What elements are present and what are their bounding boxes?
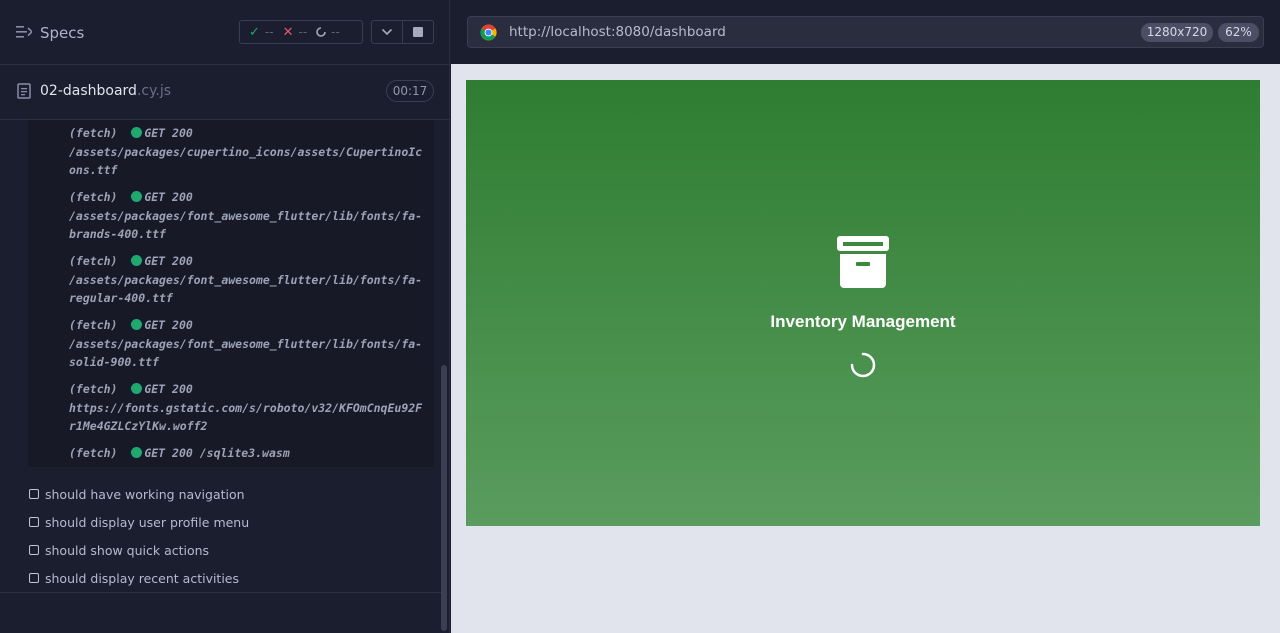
log-status: GET 200 — [144, 382, 193, 396]
pending-count: -- — [331, 25, 340, 39]
log-tag: (fetch) — [69, 318, 118, 332]
log-path: /assets/packages/font_awesome_flutter/li… — [69, 336, 423, 370]
log-entry[interactable]: (fetch) GET 200 /assets/packages/font_aw… — [69, 316, 429, 372]
spec-file-basename: 02-dashboard — [40, 83, 137, 99]
log-status: GET 200 — [144, 254, 193, 268]
spec-file-name[interactable]: 02-dashboard.cy.js — [40, 83, 171, 99]
archive-box-icon — [837, 236, 889, 288]
runner-header: Specs ✓ -- ✕ -- -- — [0, 0, 450, 65]
status-dot-icon — [131, 191, 143, 202]
log-path: /assets/packages/font_awesome_flutter/li… — [69, 208, 423, 242]
log-tag: (fetch) — [69, 382, 118, 396]
log-entry[interactable]: (fetch) GET 200 /sqlite3.wasm — [69, 444, 429, 463]
log-path: /sqlite3.wasm — [199, 446, 290, 460]
log-tag: (fetch) — [69, 126, 118, 140]
log-status: GET 200 — [144, 318, 193, 332]
browser-preview: http://localhost:8080/dashboard 1280x720… — [451, 0, 1280, 633]
app-viewport[interactable]: Inventory Management — [466, 80, 1260, 526]
url-text[interactable]: http://localhost:8080/dashboard — [509, 24, 726, 40]
log-entry[interactable]: (fetch) GET 200 https://fonts.gstatic.co… — [69, 380, 429, 436]
test-title: should have working navigation — [45, 486, 245, 502]
status-dot-icon — [131, 319, 143, 330]
log-path: /assets/packages/font_awesome_flutter/li… — [69, 272, 423, 306]
divider — [0, 592, 441, 593]
log-entry[interactable]: (fetch) GET 200 /assets/packages/cuperti… — [69, 124, 429, 180]
viewport-size-badge[interactable]: 1280x720 — [1141, 23, 1213, 42]
chrome-browser-icon — [480, 24, 497, 41]
log-status: GET 200 — [144, 126, 193, 140]
log-tag: (fetch) — [69, 446, 118, 460]
stop-icon — [413, 27, 423, 37]
run-duration-badge: 00:17 — [386, 80, 434, 102]
status-dot-icon — [131, 383, 143, 394]
log-tag: (fetch) — [69, 190, 118, 204]
passed-count: -- — [264, 25, 274, 39]
pending-test-icon — [29, 573, 39, 583]
log-status: GET 200 — [144, 190, 193, 204]
command-log[interactable]: (fetch) GET 200 /assets/packages/cuperti… — [28, 120, 434, 467]
test-title: should show quick actions — [45, 542, 210, 558]
spec-file-header: 02-dashboard.cy.js 00:17 — [0, 65, 450, 120]
status-dot-icon — [131, 447, 143, 458]
chevron-down-icon — [381, 28, 393, 36]
pending-test-icon — [29, 517, 39, 527]
pending-test-icon — [29, 545, 39, 555]
failed-stat: ✕ -- — [283, 25, 308, 39]
test-title: should display user profile menu — [45, 514, 250, 530]
status-dot-icon — [131, 127, 143, 138]
test-title: should display recent activities — [45, 570, 240, 586]
pending-test-icon — [29, 489, 39, 499]
test-item[interactable]: should display recent activities — [29, 568, 239, 588]
runner-panel: Specs ✓ -- ✕ -- -- 02-dashboard.cy.js 00… — [0, 0, 450, 633]
status-dot-icon — [131, 255, 143, 266]
pending-stat: -- — [316, 25, 340, 39]
specs-list-toggle-icon[interactable] — [16, 22, 32, 42]
specs-title[interactable]: Specs — [40, 24, 84, 42]
expand-collapse-button[interactable] — [371, 20, 403, 44]
spec-file-extension: .cy.js — [136, 83, 172, 99]
stop-button[interactable] — [403, 20, 434, 44]
address-bar[interactable]: http://localhost:8080/dashboard 1280x720… — [467, 16, 1264, 48]
test-item[interactable]: should show quick actions — [29, 540, 209, 560]
passed-stat: ✓ -- — [249, 25, 274, 39]
scrollbar-thumb[interactable] — [441, 365, 447, 631]
log-entry[interactable]: (fetch) GET 200 /assets/packages/font_aw… — [69, 188, 429, 244]
check-icon: ✓ — [249, 24, 260, 40]
app-title: Inventory Management — [770, 312, 956, 331]
x-icon: ✕ — [282, 24, 294, 40]
test-stats: ✓ -- ✕ -- -- — [239, 20, 363, 44]
log-tag: (fetch) — [69, 254, 118, 268]
zoom-badge: 62% — [1218, 23, 1259, 42]
document-icon — [17, 83, 31, 99]
failed-count: -- — [298, 25, 308, 39]
log-path: https://fonts.gstatic.com/s/roboto/v32/K… — [69, 400, 423, 434]
log-entry[interactable]: (fetch) GET 200 /assets/packages/font_aw… — [69, 252, 429, 308]
loading-spinner-icon — [850, 352, 876, 378]
browser-toolbar: http://localhost:8080/dashboard 1280x720… — [451, 0, 1280, 64]
log-path: /assets/packages/cupertino_icons/assets/… — [69, 144, 423, 178]
pending-spinner-icon — [316, 27, 326, 37]
test-item[interactable]: should have working navigation — [29, 484, 245, 504]
test-item[interactable]: should display user profile menu — [29, 512, 249, 532]
log-status: GET 200 — [144, 446, 193, 460]
